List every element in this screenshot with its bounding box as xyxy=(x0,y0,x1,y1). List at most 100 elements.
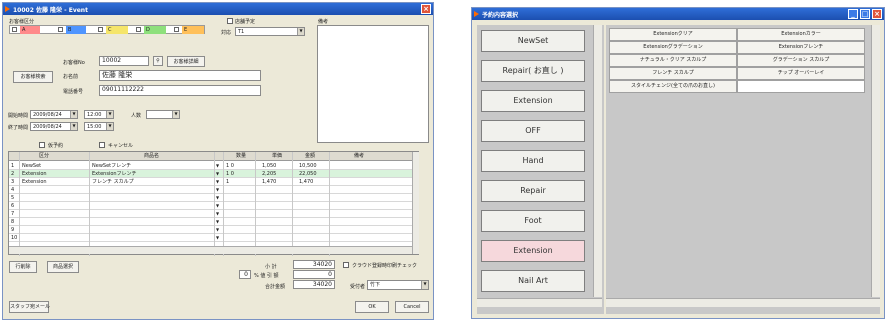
color-c[interactable]: C xyxy=(106,26,128,34)
chevron-down-icon[interactable]: ▼ xyxy=(216,202,219,210)
temp-reserve-checkbox[interactable] xyxy=(39,142,45,148)
category-button[interactable]: Repair( お直し ) xyxy=(481,60,585,82)
print-check-checkbox[interactable] xyxy=(343,262,349,268)
color-b-checkbox[interactable] xyxy=(58,27,63,32)
row-number: 1 xyxy=(11,163,15,169)
row-category: Extension xyxy=(22,179,47,185)
memo-textarea[interactable] xyxy=(317,25,429,143)
tel-field[interactable]: 09011112222 xyxy=(99,85,261,96)
chevron-down-icon[interactable]: ▼ xyxy=(421,281,428,289)
customer-detail-button[interactable]: お客様詳細 xyxy=(167,56,205,67)
category-button[interactable]: NewSet xyxy=(481,30,585,52)
item-cell[interactable] xyxy=(737,80,865,93)
people-select[interactable]: ▼ xyxy=(146,110,180,119)
chevron-down-icon[interactable]: ▼ xyxy=(297,28,304,35)
item-cell[interactable]: チップ オーバーレイ xyxy=(737,67,865,80)
magnifier-icon[interactable]: ⚲ xyxy=(153,56,163,66)
chevron-down-icon[interactable]: ▼ xyxy=(216,218,219,226)
product-select-button[interactable]: 商品選択 xyxy=(47,261,79,273)
grid-header: 区分 商品名 数量 単価 金額 備考 xyxy=(9,152,413,161)
end-date[interactable]: 2009/08/24 ▼ xyxy=(30,122,78,131)
table-row[interactable]: 1 NewSet NewSetフレンチ 1 0 1,050 10,500 ▼ xyxy=(9,162,413,170)
tantou-select[interactable]: T1 ▼ xyxy=(235,27,305,36)
row-delete-button[interactable]: 行削除 xyxy=(9,261,37,273)
table-row[interactable]: 8 ▼ xyxy=(9,218,413,226)
category-h-scrollbar[interactable] xyxy=(477,298,602,307)
color-a[interactable]: A xyxy=(20,26,40,34)
chevron-down-icon[interactable]: ▼ xyxy=(216,210,219,218)
category-scrollbar[interactable] xyxy=(593,25,602,297)
table-row[interactable]: 10 ▼ xyxy=(9,234,413,242)
customer-search-button[interactable]: お客様検索 xyxy=(13,71,53,83)
chevron-down-icon[interactable]: ▼ xyxy=(216,178,219,186)
item-h-scrollbar[interactable] xyxy=(606,298,880,307)
event-title: 10002 佐藤 隆栄 - Event xyxy=(13,7,88,14)
staff-mail-button[interactable]: スタッフ宛メール xyxy=(9,301,50,313)
item-cell[interactable]: Extensionクリア xyxy=(609,28,737,41)
close-icon[interactable]: × xyxy=(872,9,882,19)
end-time-value: 15:00 xyxy=(87,124,102,130)
item-cell[interactable]: スタイルチェンジ(全ての爪のお直し) xyxy=(609,80,737,93)
staff-label: 受付者 xyxy=(350,284,366,290)
table-row[interactable]: 2 Extension Extensionフレンチ 1 0 2,205 22,050 ▼ xyxy=(9,170,413,178)
category-button[interactable]: Nail Art xyxy=(481,270,585,292)
maximize-icon[interactable]: □ xyxy=(860,9,870,19)
item-cell[interactable]: Extensionカラー xyxy=(737,28,865,41)
color-c-checkbox[interactable] xyxy=(98,27,103,32)
category-button[interactable]: Extension xyxy=(481,240,585,262)
row-number: 8 xyxy=(11,219,15,225)
table-row[interactable]: 3 Extension フレンチ スカルプ 1 1,470 1,470 ▼ xyxy=(9,178,413,186)
category-button[interactable]: Hand xyxy=(481,150,585,172)
table-row[interactable]: 7 ▼ xyxy=(9,210,413,218)
category-button[interactable]: Repair xyxy=(481,180,585,202)
cust-no-field[interactable]: 10002 xyxy=(99,56,149,66)
chevron-down-icon[interactable]: ▼ xyxy=(216,226,219,234)
close-icon[interactable]: × xyxy=(421,4,431,14)
color-b[interactable]: B xyxy=(66,26,86,34)
table-row[interactable]: 4 ▼ xyxy=(9,186,413,194)
item-cell[interactable]: ナチュラル・クリア スカルプ xyxy=(609,54,737,67)
chevron-down-icon[interactable]: ▼ xyxy=(216,234,219,242)
chevron-down-icon[interactable]: ▼ xyxy=(216,162,219,170)
item-cell[interactable]: フレンチ スカルプ xyxy=(609,67,737,80)
discount-pct-field[interactable]: 0 xyxy=(239,270,251,279)
category-button[interactable]: Extension xyxy=(481,90,585,112)
chevron-down-icon[interactable]: ▼ xyxy=(216,194,219,202)
end-time[interactable]: 15:00 ▼ xyxy=(84,122,114,131)
cancel-button[interactable]: Cancel xyxy=(395,301,429,313)
grid-scrollbar[interactable] xyxy=(412,152,419,254)
grid-divider xyxy=(19,152,20,256)
color-e-checkbox[interactable] xyxy=(174,27,179,32)
chevron-down-icon[interactable]: ▼ xyxy=(216,170,219,178)
grid-h-scrollbar[interactable] xyxy=(9,246,412,254)
chevron-down-icon[interactable]: ▼ xyxy=(70,111,77,118)
item-cell[interactable]: Extensionフレンチ xyxy=(737,41,865,54)
table-row[interactable]: 5 ▼ xyxy=(9,194,413,202)
color-d-checkbox[interactable] xyxy=(136,27,141,32)
table-row[interactable]: 6 ▼ xyxy=(9,202,413,210)
name-field[interactable]: 佐藤 隆栄 xyxy=(99,70,261,81)
table-row[interactable]: 9 ▼ xyxy=(9,226,413,234)
chevron-down-icon[interactable]: ▼ xyxy=(70,123,77,130)
start-time[interactable]: 12:00 ▼ xyxy=(84,110,114,119)
item-scrollbar[interactable] xyxy=(871,25,880,297)
start-date[interactable]: 2009/08/24 ▼ xyxy=(30,110,78,119)
chevron-down-icon[interactable]: ▼ xyxy=(216,186,219,194)
chevron-down-icon[interactable]: ▼ xyxy=(106,111,113,118)
ok-button[interactable]: OK xyxy=(355,301,389,313)
item-cell[interactable]: Extensionグラデーション xyxy=(609,41,737,54)
category-button[interactable]: Foot xyxy=(481,210,585,232)
category-button[interactable]: OFF xyxy=(481,120,585,142)
store-plan-checkbox[interactable] xyxy=(227,18,233,24)
chevron-down-icon[interactable]: ▼ xyxy=(172,111,179,118)
row-item: フレンチ スカルプ xyxy=(92,179,134,185)
item-cell[interactable]: グラデーション スカルプ xyxy=(737,54,865,67)
color-a-checkbox[interactable] xyxy=(12,27,17,32)
subtotal-label: 小 計 xyxy=(265,264,277,270)
color-d[interactable]: D xyxy=(144,26,166,34)
minimize-icon[interactable]: _ xyxy=(848,9,858,19)
staff-select[interactable]: 竹下 ▼ xyxy=(367,280,429,290)
cancel-checkbox[interactable] xyxy=(99,142,105,148)
color-e[interactable]: E xyxy=(182,26,204,34)
chevron-down-icon[interactable]: ▼ xyxy=(106,123,113,130)
